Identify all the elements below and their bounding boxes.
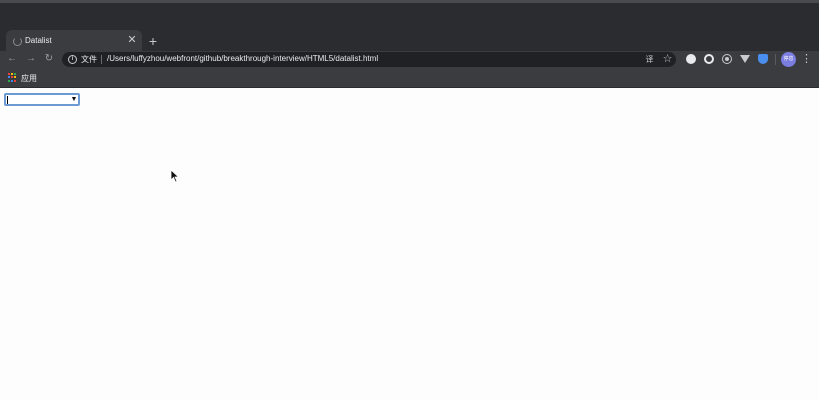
- shield-extension-icon[interactable]: [758, 54, 768, 64]
- vue-devtools-icon[interactable]: [740, 55, 750, 63]
- browser-menu-button[interactable]: ⋮: [801, 53, 812, 66]
- apps-grid-dot: [14, 76, 16, 79]
- page-loading-icon: [13, 37, 22, 46]
- apps-grid-dot: [11, 79, 13, 82]
- apps-grid-dot: [8, 76, 10, 79]
- address-scheme-label: 文件: [81, 55, 97, 64]
- address-divider: [101, 55, 102, 64]
- new-tab-button[interactable]: +: [147, 34, 159, 48]
- profile-avatar[interactable]: 停息: [781, 52, 796, 67]
- page-content: ▼: [0, 88, 819, 400]
- forward-button[interactable]: →: [24, 52, 38, 66]
- bookmark-star-icon[interactable]: ☆: [662, 53, 673, 66]
- back-button[interactable]: ←: [5, 52, 19, 66]
- apps-grid-dot: [14, 79, 16, 82]
- address-bar[interactable]: i 文件 /Users/luffyzhou/webfront/github/br…: [62, 52, 676, 67]
- apps-grid-dot: [8, 73, 10, 75]
- apps-grid-icon[interactable]: [8, 73, 17, 82]
- translate-icon[interactable]: 译: [644, 54, 655, 65]
- apps-grid-dot: [11, 76, 13, 79]
- dropdown-arrow-icon[interactable]: ▼: [70, 95, 78, 104]
- text-caret: [7, 96, 8, 104]
- apps-grid-dot: [11, 73, 13, 75]
- target-extension-icon[interactable]: [722, 54, 732, 64]
- info-icon[interactable]: i: [68, 55, 77, 64]
- bookmarks-bar: 应用: [0, 68, 819, 88]
- toolbar: ← → ↻ i 文件 /Users/luffyzhou/webfront/git…: [0, 51, 819, 68]
- close-icon[interactable]: ✕: [127, 34, 137, 46]
- browser-window: Datalist ✕ + ← → ↻ i 文件 /Users/luffyzhou…: [0, 0, 819, 400]
- ring-extension-icon[interactable]: [704, 54, 714, 64]
- tab-strip: Datalist ✕ +: [0, 0, 819, 54]
- reload-button[interactable]: ↻: [42, 52, 56, 66]
- apps-grid-dot: [14, 73, 16, 75]
- apps-bookmark-label[interactable]: 应用: [21, 73, 37, 84]
- address-url[interactable]: /Users/luffyzhou/webfront/github/breakth…: [107, 54, 378, 63]
- circle-extension-icon[interactable]: [686, 54, 696, 64]
- mouse-pointer-icon: [170, 169, 180, 183]
- apps-grid-dot: [8, 79, 10, 82]
- toolbar-divider: [775, 54, 776, 65]
- tab-title: Datalist: [25, 36, 52, 45]
- datalist-input[interactable]: [4, 93, 80, 106]
